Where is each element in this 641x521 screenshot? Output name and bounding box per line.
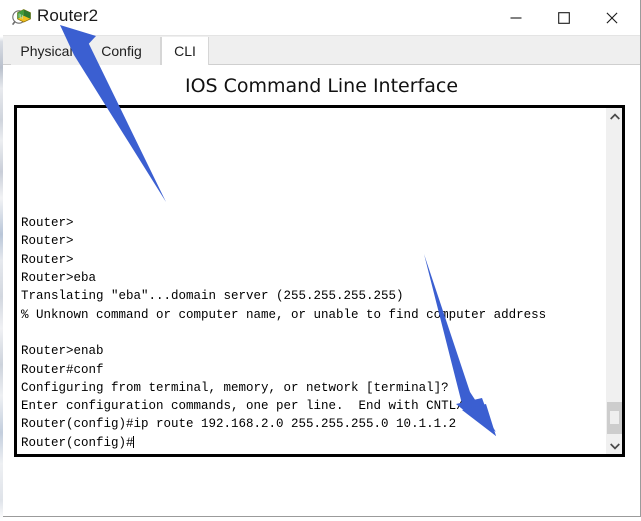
tab-cli[interactable]: CLI <box>161 37 209 65</box>
pane-title: IOS Command Line Interface <box>184 75 459 97</box>
terminal-line: Router> <box>21 252 74 267</box>
terminal-line-list: Router> Router> Router> Router>eba Translati… <box>21 214 602 452</box>
chevron-down-icon <box>609 442 620 450</box>
terminal-line: % Unknown command or computer name, or u… <box>21 307 547 322</box>
window-title-bar: Router2 <box>3 0 640 36</box>
text-caret <box>132 435 134 448</box>
terminal-line: Router> <box>21 234 74 249</box>
maximize-button[interactable] <box>541 0 586 35</box>
minimize-button[interactable] <box>493 0 538 35</box>
minimize-icon <box>510 16 521 19</box>
tab-physical[interactable]: Physical <box>11 37 83 65</box>
terminal-scrollbar[interactable] <box>605 108 622 454</box>
chevron-up-icon <box>609 112 620 120</box>
tab-bar: Physical Config CLI <box>3 36 640 65</box>
terminal-output: Router> Router> Router> Router>eba Translati… <box>21 108 602 454</box>
terminal-line: Router>enab <box>21 344 104 359</box>
packet-tracer-device-icon <box>11 7 33 29</box>
terminal-line: Router(config)#ip route 192.168.2.0 255.… <box>21 417 457 432</box>
terminal-line: Router> <box>21 216 74 231</box>
terminal-line: Router#conf <box>21 362 104 377</box>
close-icon <box>606 12 617 23</box>
window-title: Router2 <box>37 6 99 25</box>
cli-tab-panel: IOS Command Line Interface Router> Router… <box>3 65 640 516</box>
router-properties-window: Router2 Physical Config CLI IOS Command … <box>3 0 641 517</box>
tab-config[interactable]: Config <box>83 37 161 65</box>
terminal-line: Router>eba <box>21 271 97 286</box>
scroll-down-button[interactable] <box>606 437 622 454</box>
terminal-line: Translating "eba"...domain server (255.2… <box>21 289 404 304</box>
cli-terminal[interactable]: Router> Router> Router> Router>eba Translati… <box>14 105 625 457</box>
close-button[interactable] <box>589 0 634 35</box>
terminal-line: Configuring from terminal, memory, or ne… <box>21 380 449 395</box>
terminal-line: Router(config)# <box>21 435 134 450</box>
terminal-line: Enter configuration commands, one per li… <box>21 399 479 414</box>
scroll-up-button[interactable] <box>606 108 622 125</box>
maximize-icon <box>557 11 570 24</box>
scrollbar-thumb[interactable] <box>607 402 622 434</box>
